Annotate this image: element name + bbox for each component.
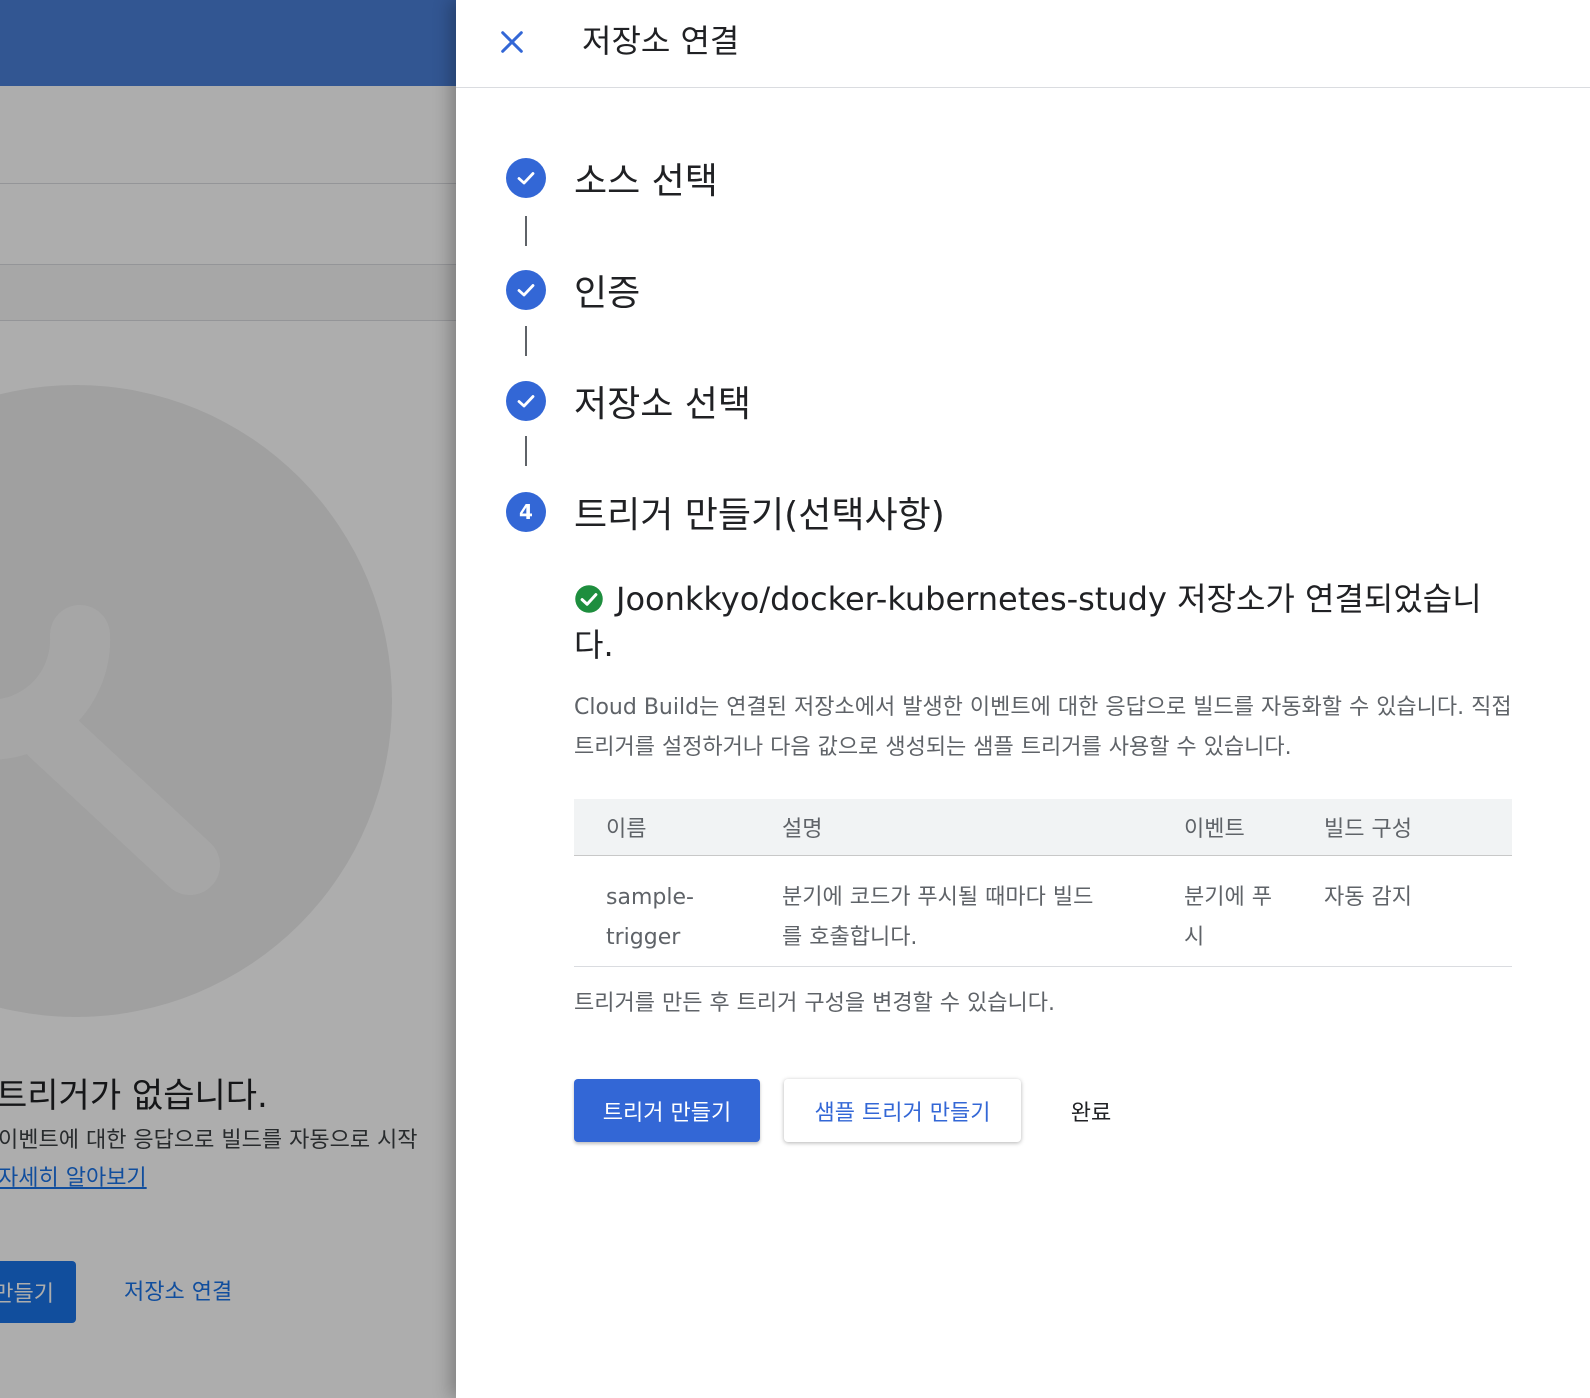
column-header-event: 이벤트 — [1152, 799, 1292, 856]
table-header-row: 이름 설명 이벤트 빌드 구성 — [574, 799, 1512, 856]
column-header-name: 이름 — [574, 799, 750, 856]
stepper-step-source: 소스 선택 — [506, 152, 718, 204]
stepper-step-repo: 저장소 선택 — [506, 375, 751, 427]
done-button[interactable]: 완료 — [1046, 1079, 1136, 1142]
create-trigger-button[interactable]: 트리거 만들기 — [574, 1079, 760, 1142]
success-message: Joonkkyo/docker-kubernetes-study 저장소가 연결… — [574, 576, 1514, 668]
after-create-note: 트리거를 만든 후 트리거 구성을 변경할 수 있습니다. — [574, 991, 1055, 1016]
step-label: 인증 — [574, 273, 641, 314]
step-label: 소스 선택 — [574, 161, 718, 202]
cell-name: sample-trigger — [574, 855, 750, 967]
cell-build-config: 자동 감지 — [1292, 855, 1512, 967]
stepper-step-auth: 인증 — [506, 264, 640, 316]
connect-repo-panel: 저장소 연결 소스 선택 인증 저장소 선택 4 트리거 만들기(선택사항) J… — [456, 0, 1590, 1398]
cell-event: 분기에 푸시 — [1152, 855, 1292, 967]
cell-description: 분기에 코드가 푸시될 때마다 빌드를 호출합니다. — [750, 855, 1152, 967]
check-icon — [506, 381, 546, 421]
step-connector — [525, 326, 527, 356]
panel-header: 저장소 연결 — [456, 0, 1590, 88]
close-button[interactable] — [492, 22, 532, 62]
stepper-step-trigger: 4 트리거 만들기(선택사항) — [506, 486, 945, 538]
table-row: sample-trigger 분기에 코드가 푸시될 때마다 빌드를 호출합니다… — [574, 855, 1512, 967]
create-sample-trigger-button[interactable]: 샘플 트리거 만들기 — [784, 1079, 1021, 1142]
column-header-description: 설명 — [750, 799, 1152, 856]
column-header-build-config: 빌드 구성 — [1292, 799, 1512, 856]
check-icon — [506, 270, 546, 310]
panel-title: 저장소 연결 — [582, 22, 740, 60]
step-connector — [525, 436, 527, 466]
step-number-badge: 4 — [506, 492, 546, 532]
success-message-text: Joonkkyo/docker-kubernetes-study 저장소가 연결… — [574, 580, 1482, 664]
sample-trigger-table: 이름 설명 이벤트 빌드 구성 sample-trigger 분기에 코드가 푸… — [574, 799, 1512, 967]
close-icon — [501, 31, 523, 53]
info-text: Cloud Build는 연결된 저장소에서 발생한 이벤트에 대한 응답으로 … — [574, 695, 1512, 760]
step-label: 트리거 만들기(선택사항) — [574, 495, 945, 536]
step-connector — [525, 216, 527, 246]
check-icon — [506, 158, 546, 198]
check-circle-icon — [575, 585, 603, 613]
step-label: 저장소 선택 — [574, 384, 752, 425]
